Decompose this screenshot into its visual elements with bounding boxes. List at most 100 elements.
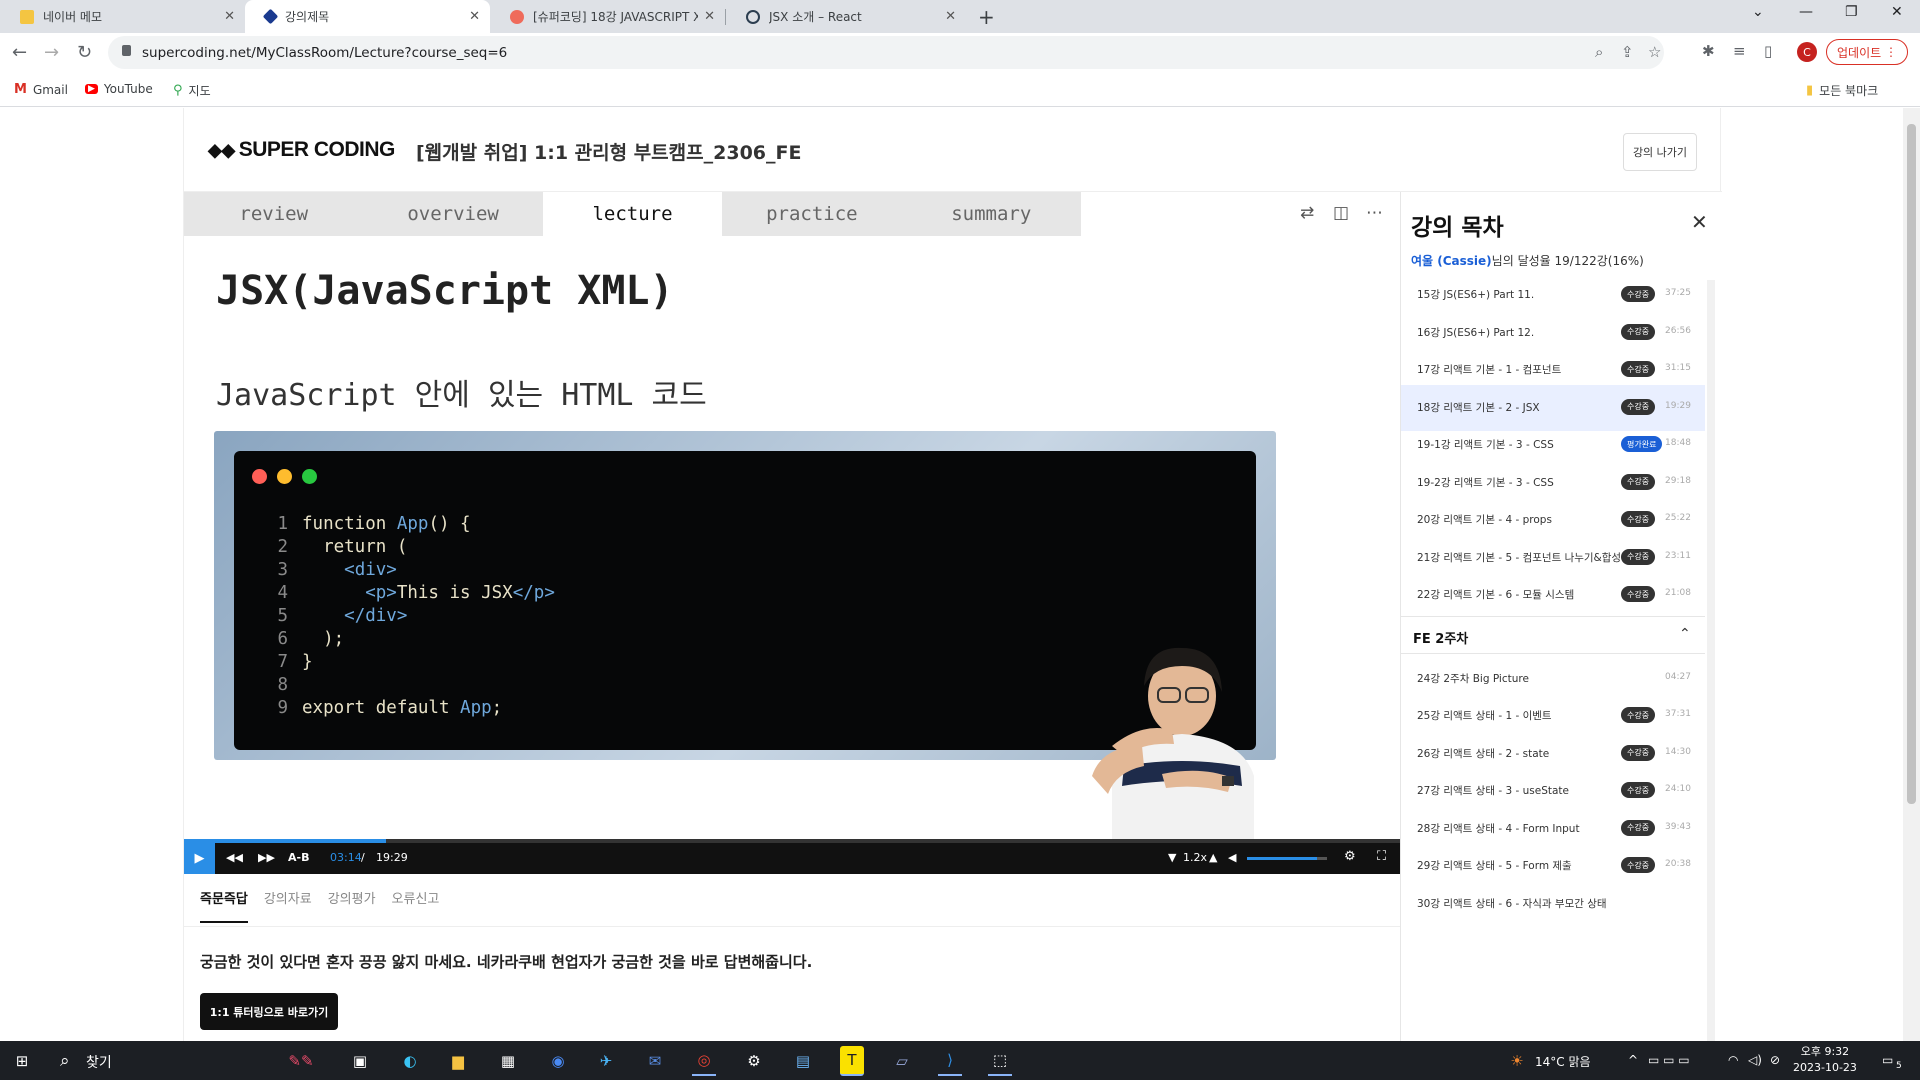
profile-avatar[interactable]: C	[1797, 42, 1817, 62]
toc-lecture-item[interactable]: 30강 리액트 상태 - 6 - 자식과 부모간 상태	[1401, 881, 1705, 927]
toc-week-header[interactable]: FE 2주차 ⌃	[1401, 615, 1705, 654]
back-icon[interactable]: ←	[12, 42, 27, 63]
fast-forward-icon[interactable]: ▶▶	[258, 851, 275, 864]
mail-icon[interactable]: ✉	[643, 1049, 667, 1073]
browser-tab-react[interactable]: JSX 소개 – React ✕	[726, 0, 966, 33]
divider	[184, 926, 1400, 927]
taskbar-clock[interactable]: 오후 9:32 2023-10-23	[1793, 1044, 1857, 1076]
volume-icon[interactable]: ◀	[1228, 851, 1236, 864]
bookmark-youtube[interactable]: ▶ YouTube	[85, 82, 153, 96]
bookmark-maps[interactable]: ⚲ 지도	[173, 82, 211, 99]
weather-text[interactable]: 14°C 맑음	[1535, 1053, 1591, 1070]
reload-icon[interactable]: ↻	[77, 42, 92, 63]
supercoding-logo[interactable]: ◆◆ SUPER CODING	[208, 138, 395, 162]
all-bookmarks[interactable]: ▮ 모든 북마크	[1806, 82, 1878, 99]
tab-overview[interactable]: overview	[363, 192, 542, 236]
play-button[interactable]: ▶	[184, 843, 215, 874]
lecture-duration: 37:31	[1665, 709, 1691, 719]
browser-tab-youtube[interactable]: [슈퍼코딩] 18강 JAVASCRIPT XML ✕	[490, 0, 725, 33]
update-button[interactable]: 업데이트 ⋮	[1826, 39, 1908, 65]
fullscreen-icon[interactable]: ⛶	[1377, 849, 1386, 864]
tutoring-button[interactable]: 1:1 튜터링으로 바로가기	[200, 993, 338, 1030]
forward-icon[interactable]: →	[44, 42, 59, 63]
side-panel-icon[interactable]: ▯	[1764, 42, 1772, 60]
browser-toolbar: ← → ↻ supercoding.net/MyClassRoom/Lectur…	[0, 33, 1920, 73]
kakaotalk-icon[interactable]: T	[840, 1046, 864, 1076]
lecture-label: 16강 JS(ES6+) Part 12.	[1417, 326, 1535, 339]
swap-layout-icon[interactable]: ⇄	[1300, 203, 1314, 223]
tab-summary[interactable]: summary	[902, 192, 1081, 236]
browser-tab-lecture[interactable]: 강의제목 ✕	[245, 0, 490, 33]
slide-tab-bar: review overview lecture practice summary	[184, 192, 1081, 236]
tab-instant-qa[interactable]: 즉문즉답	[200, 888, 248, 923]
update-label: 업데이트	[1837, 45, 1882, 60]
bookmark-star-icon[interactable]: ☆	[1648, 43, 1661, 61]
chevron-up-icon[interactable]: ⌃	[1679, 626, 1691, 642]
tray-chevron-icon[interactable]: ^	[1628, 1053, 1638, 1067]
tab-review[interactable]: review	[184, 192, 363, 236]
notepad-icon[interactable]: ▱	[890, 1049, 914, 1073]
bird-app-icon[interactable]: ✈	[594, 1049, 618, 1073]
ab-repeat-button[interactable]: A-B	[288, 851, 309, 864]
close-window-icon[interactable]: ✕	[1891, 4, 1903, 20]
lecture-label: 22강 리액트 기본 - 6 - 모듈 시스템	[1417, 589, 1575, 601]
search-icon[interactable]: ⌕	[60, 1049, 70, 1073]
browser-tab-naver-memo[interactable]: 네이버 메모 ✕	[0, 0, 245, 33]
tray-apps-icon[interactable]: ▭ ▭ ▭	[1648, 1053, 1690, 1067]
settings-gear-icon[interactable]: ⚙	[1344, 849, 1356, 864]
code-line: 7}	[277, 652, 313, 672]
edge-icon[interactable]: ◐	[398, 1049, 422, 1073]
vscode-icon[interactable]: ⟩	[938, 1046, 962, 1076]
package-icon[interactable]: ⬚	[988, 1046, 1012, 1076]
close-tab-icon[interactable]: ✕	[469, 9, 480, 24]
task-view-icon[interactable]: ▣	[348, 1049, 372, 1073]
address-bar[interactable]: supercoding.net/MyClassRoom/Lecture?cour…	[108, 36, 1664, 69]
code-line: 2 return (	[277, 537, 408, 557]
close-tab-icon[interactable]: ✕	[704, 9, 715, 24]
remote-desktop-icon[interactable]: ▤	[791, 1049, 815, 1073]
tab-search-icon[interactable]: ⌄	[1752, 4, 1764, 20]
minimize-icon[interactable]: —	[1799, 4, 1813, 20]
url-text[interactable]: supercoding.net/MyClassRoom/Lecture?cour…	[142, 45, 507, 61]
tab-lecture[interactable]: lecture	[542, 192, 723, 236]
wifi-icon[interactable]: ◠	[1728, 1053, 1738, 1067]
bookmark-gmail[interactable]: M Gmail	[14, 82, 68, 97]
tab-materials[interactable]: 강의자료	[264, 888, 312, 923]
split-view-icon[interactable]: ◫	[1333, 203, 1349, 223]
toc-scrollbar[interactable]	[1707, 280, 1715, 1041]
total-time: 19:29	[376, 851, 408, 864]
exit-lecture-button[interactable]: 강의 나가기	[1623, 133, 1697, 171]
toc-lecture-item[interactable]: 22강 리액트 기본 - 6 - 모듈 시스템 수강중 21:08	[1401, 572, 1705, 618]
chrome-icon[interactable]: ◎	[692, 1046, 716, 1076]
speed-up-icon[interactable]: ▲	[1209, 851, 1217, 864]
settings-icon[interactable]: ⚙	[742, 1049, 766, 1073]
zoom-icon[interactable]: ⌕	[1595, 43, 1603, 61]
tab-review-rating[interactable]: 강의평가	[328, 888, 376, 923]
status-badge: 수강중	[1621, 548, 1656, 565]
app-blue-icon[interactable]: ◉	[546, 1049, 570, 1073]
page-scrollbar-thumb[interactable]	[1907, 124, 1916, 804]
qa-description: 궁금한 것이 있다면 혼자 끙끙 앓지 마세요. 네카라쿠배 현업자가 궁금한 …	[200, 953, 813, 971]
restore-icon[interactable]: ❐	[1845, 4, 1858, 20]
file-explorer-icon[interactable]: ▆	[446, 1049, 470, 1073]
share-icon[interactable]: ⇪	[1621, 43, 1634, 61]
volume-tray-icon[interactable]: ◁)	[1748, 1053, 1762, 1067]
store-icon[interactable]: ▦	[496, 1049, 520, 1073]
taskbar-search-label[interactable]: 찾기	[86, 1052, 112, 1072]
reading-list-icon[interactable]: ≡	[1733, 42, 1746, 60]
tab-practice[interactable]: practice	[722, 192, 901, 236]
tab-error-report[interactable]: 오류신고	[392, 888, 440, 923]
windows-start-icon[interactable]: ⊞	[10, 1049, 34, 1073]
page-scrollbar[interactable]	[1903, 108, 1920, 1041]
more-options-icon[interactable]: ⋯	[1366, 203, 1383, 223]
notification-icon[interactable]: ▭	[1882, 1053, 1893, 1067]
new-tab-icon[interactable]: +	[978, 5, 995, 29]
close-tab-icon[interactable]: ✕	[945, 9, 956, 24]
close-toc-icon[interactable]: ✕	[1691, 210, 1708, 234]
extensions-icon[interactable]: ✱	[1702, 42, 1715, 60]
close-tab-icon[interactable]: ✕	[224, 9, 235, 24]
rewind-icon[interactable]: ◀◀	[226, 851, 243, 864]
ime-icon[interactable]: ⊘	[1770, 1053, 1780, 1067]
volume-fill	[1247, 857, 1318, 860]
speed-down-icon[interactable]: ▼	[1168, 851, 1176, 864]
